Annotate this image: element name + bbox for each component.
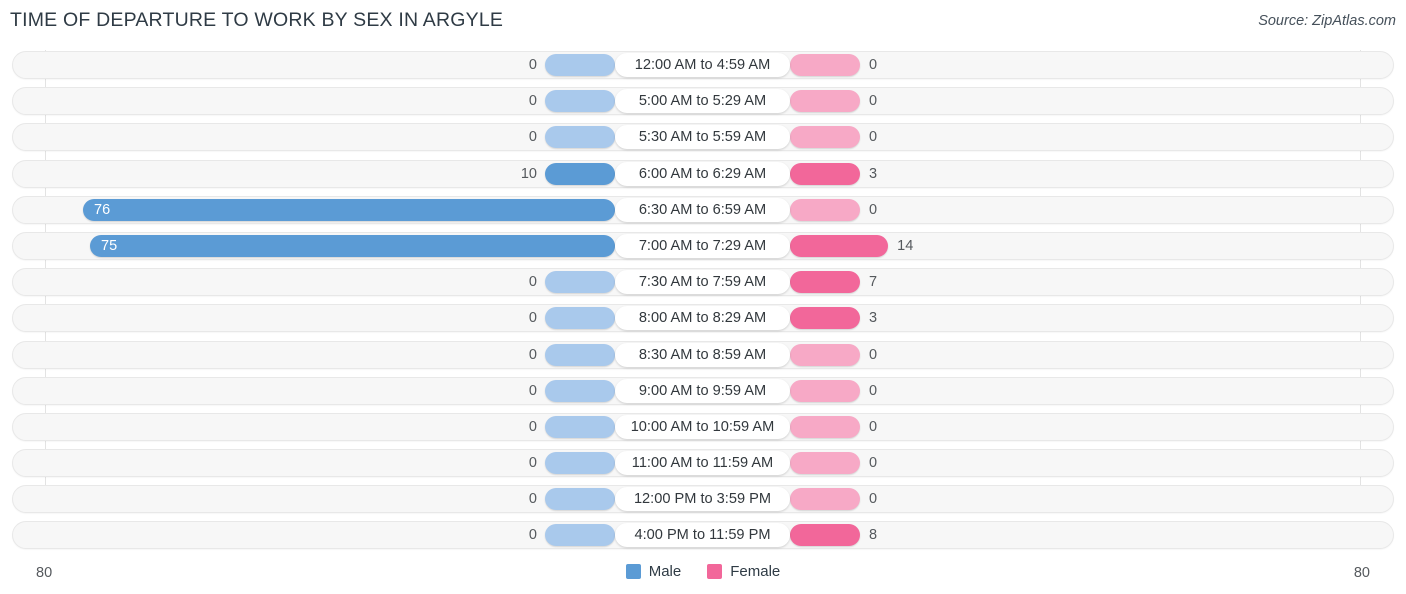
- category-label: 7:30 AM to 7:59 AM: [615, 270, 790, 295]
- bar-female[interactable]: [790, 488, 860, 511]
- bar-row: 0 8 4:00 PM to 11:59 PM: [0, 520, 1406, 550]
- bar-male[interactable]: [545, 54, 615, 76]
- chart-header: TIME OF DEPARTURE TO WORK BY SEX IN ARGY…: [0, 0, 1406, 44]
- bar-row: 0 0 5:00 AM to 5:29 AM: [0, 86, 1406, 116]
- category-label: 8:30 AM to 8:59 AM: [615, 342, 790, 367]
- category-label: 12:00 PM to 3:59 PM: [615, 487, 790, 512]
- bar-male[interactable]: [545, 488, 615, 511]
- legend-item[interactable]: Male: [625, 563, 682, 580]
- category-label: 11:00 AM to 11:59 AM: [615, 451, 790, 476]
- category-label: 8:00 AM to 8:29 AM: [615, 306, 790, 331]
- value-label-male: 0: [528, 382, 537, 399]
- value-label-female: 0: [869, 346, 878, 363]
- value-label-female: 0: [869, 57, 878, 73]
- chart-plot-area: 0 0 12:00 AM to 4:59 AM 0 0 5:00 AM to 5:29 A…: [0, 50, 1406, 558]
- category-label: 12:00 AM to 4:59 AM: [615, 53, 790, 77]
- value-label-male: 76: [94, 201, 111, 218]
- category-label: 5:30 AM to 5:59 AM: [615, 125, 790, 150]
- legend-item[interactable]: Female: [707, 563, 780, 580]
- bar-male[interactable]: [545, 162, 615, 185]
- bar-male[interactable]: [545, 452, 615, 475]
- category-label: 9:00 AM to 9:59 AM: [615, 378, 790, 403]
- category-label: 4:00 PM to 11:59 PM: [615, 523, 790, 548]
- bar-row: 0 0 12:00 AM to 4:59 AM: [0, 50, 1406, 80]
- bar-female[interactable]: [790, 90, 860, 113]
- bar-male[interactable]: [83, 198, 615, 221]
- value-label-male: 0: [528, 455, 537, 472]
- value-label-female: 0: [869, 129, 878, 146]
- value-label-female: 7: [869, 274, 878, 291]
- bar-row: 0 3 8:00 AM to 8:29 AM: [0, 303, 1406, 333]
- value-label-male: 0: [528, 93, 537, 110]
- bar-female[interactable]: [790, 198, 860, 221]
- source-attribution: Source: ZipAtlas.com: [1258, 13, 1396, 29]
- bar-female[interactable]: [790, 54, 860, 76]
- bar-row: 10 3 6:00 AM to 6:29 AM: [0, 159, 1406, 189]
- value-label-female: 0: [869, 455, 878, 472]
- value-label-female: 0: [869, 418, 878, 435]
- chart-footer: 80 80 Male Female: [0, 554, 1406, 594]
- bar-male[interactable]: [545, 126, 615, 149]
- bar-female[interactable]: [790, 162, 860, 185]
- bar-male[interactable]: [545, 271, 615, 294]
- bar-row: 0 7 7:30 AM to 7:59 AM: [0, 267, 1406, 297]
- bar-male[interactable]: [545, 307, 615, 330]
- bar-row: 0 0 9:00 AM to 9:59 AM: [0, 376, 1406, 406]
- value-label-female: 0: [869, 491, 878, 508]
- value-label-female: 3: [869, 165, 878, 182]
- value-label-male: 75: [101, 237, 118, 254]
- bar-female[interactable]: [790, 307, 860, 330]
- bar-female[interactable]: [790, 524, 860, 547]
- legend-label: Female: [730, 563, 781, 580]
- bar-male[interactable]: [90, 234, 615, 257]
- value-label-female: 0: [869, 201, 878, 218]
- bar-male[interactable]: [545, 90, 615, 113]
- legend-swatch-icon: [707, 564, 723, 579]
- bar-male[interactable]: [545, 524, 615, 547]
- value-label-female: 0: [869, 382, 878, 399]
- value-label-female: 8: [869, 527, 878, 544]
- category-label: 5:00 AM to 5:29 AM: [615, 89, 790, 114]
- category-label: 6:30 AM to 6:59 AM: [615, 197, 790, 222]
- value-label-female: 0: [869, 93, 878, 110]
- bar-female[interactable]: [790, 415, 860, 438]
- bar-female[interactable]: [790, 343, 860, 366]
- value-label-male: 0: [528, 57, 537, 73]
- bar-male[interactable]: [545, 415, 615, 438]
- value-label-male: 10: [520, 165, 537, 182]
- bar-female[interactable]: [790, 271, 860, 294]
- chart-legend: Male Female: [0, 563, 1406, 580]
- bar-row: 0 0 12:00 PM to 3:59 PM: [0, 484, 1406, 514]
- value-label-male: 0: [528, 310, 537, 327]
- bar-row: 0 0 8:30 AM to 8:59 AM: [0, 340, 1406, 370]
- value-label-male: 0: [528, 274, 537, 291]
- bar-row: 76 0 6:30 AM to 6:59 AM: [0, 195, 1406, 225]
- category-label: 7:00 AM to 7:29 AM: [615, 233, 790, 258]
- bar-row: 0 0 10:00 AM to 10:59 AM: [0, 412, 1406, 442]
- bar-row: 0 0 11:00 AM to 11:59 AM: [0, 448, 1406, 478]
- bar-female[interactable]: [790, 452, 860, 475]
- bar-female[interactable]: [790, 379, 860, 402]
- value-label-male: 0: [528, 129, 537, 146]
- bar-male[interactable]: [545, 379, 615, 402]
- category-label: 6:00 AM to 6:29 AM: [615, 161, 790, 186]
- bar-female[interactable]: [790, 126, 860, 149]
- legend-swatch-icon: [625, 564, 641, 579]
- bar-male[interactable]: [545, 343, 615, 366]
- legend-label: Male: [648, 563, 682, 580]
- bar-rows-container: 0 0 12:00 AM to 4:59 AM 0 0 5:00 AM to 5:29 A…: [0, 50, 1406, 557]
- value-label-male: 0: [528, 346, 537, 363]
- value-label-female: 3: [869, 310, 878, 327]
- value-label-male: 0: [528, 527, 537, 544]
- category-label: 10:00 AM to 10:59 AM: [615, 414, 790, 439]
- bar-row: 0 0 5:30 AM to 5:59 AM: [0, 122, 1406, 152]
- value-label-male: 0: [528, 491, 537, 508]
- page-title: TIME OF DEPARTURE TO WORK BY SEX IN ARGY…: [10, 9, 504, 31]
- bar-female[interactable]: [790, 234, 889, 257]
- bar-row: 75 14 7:00 AM to 7:29 AM: [0, 231, 1406, 261]
- value-label-female: 14: [897, 237, 914, 254]
- value-label-male: 0: [528, 418, 537, 435]
